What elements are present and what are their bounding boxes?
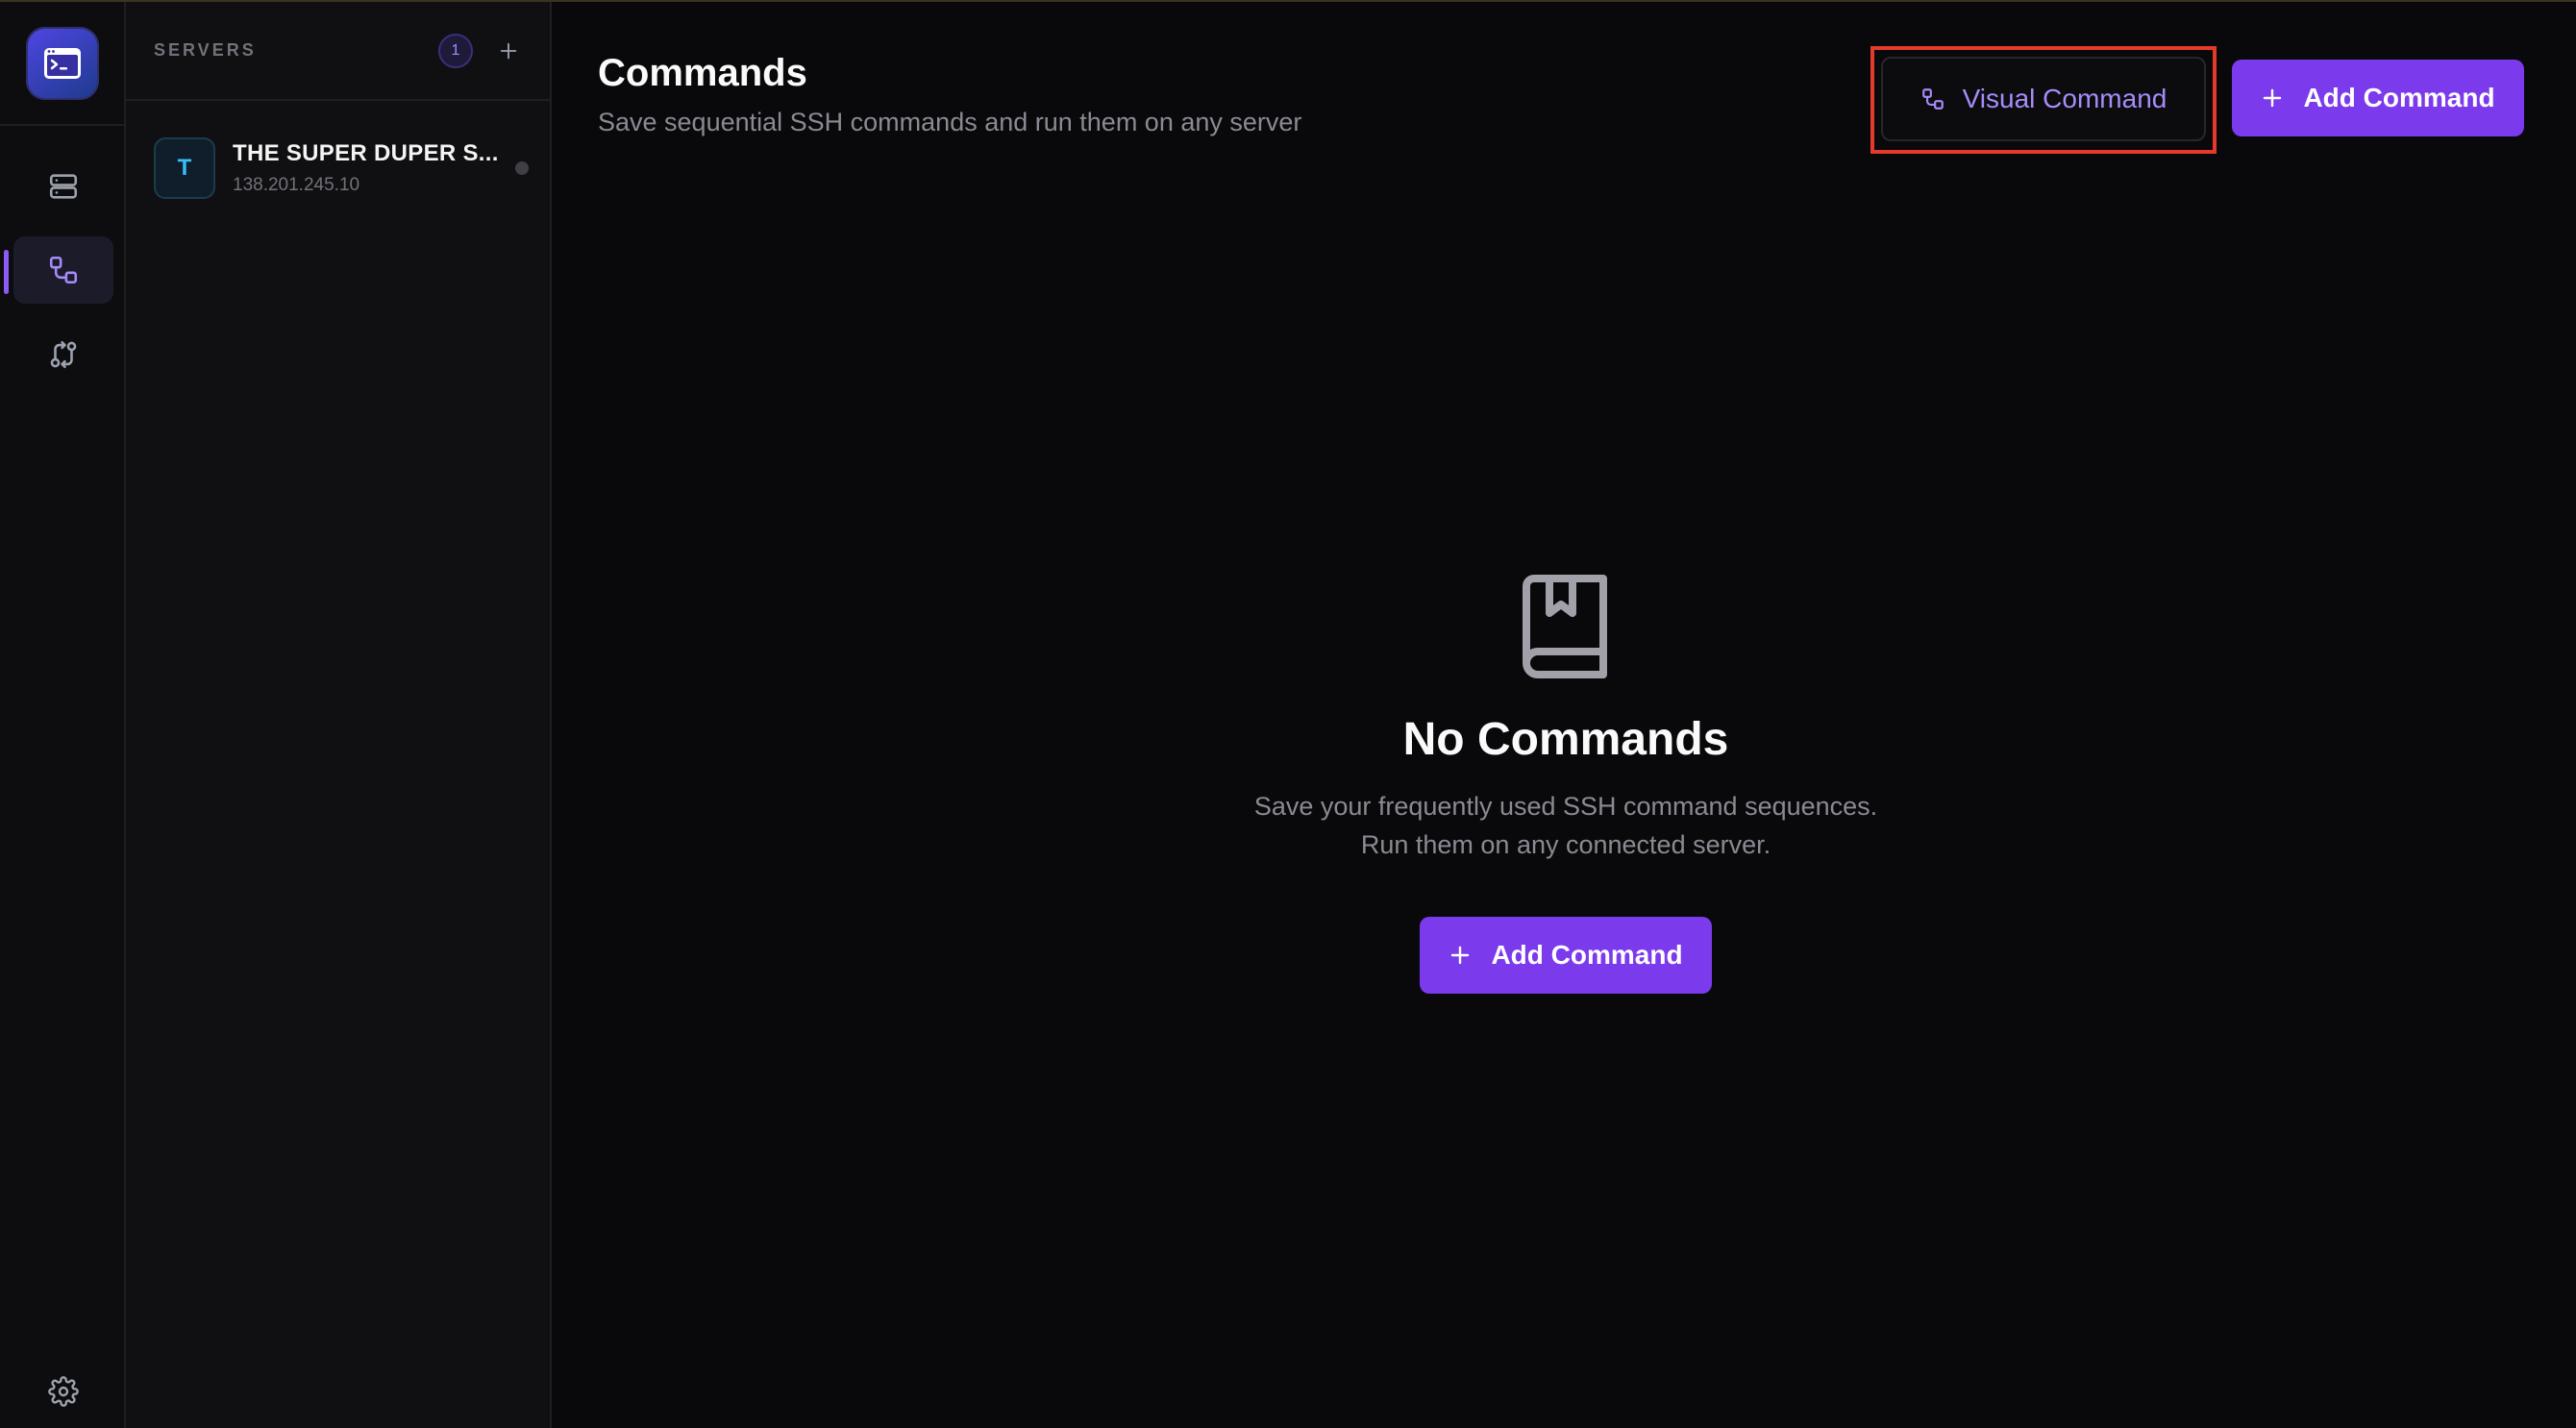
- nav-commands-button[interactable]: [13, 236, 113, 304]
- visual-command-button[interactable]: Visual Command: [1881, 57, 2206, 141]
- visual-command-label: Visual Command: [1962, 84, 2167, 113]
- servers-title: SERVERS: [154, 40, 257, 60]
- plus-icon: [2264, 88, 2282, 108]
- empty-state-line-2: Run them on any connected server.: [1360, 830, 1771, 859]
- add-command-label: Add Command: [2303, 83, 2495, 112]
- server-name: THE SUPER DUPER S...: [233, 140, 499, 166]
- active-nav-indicator: [4, 250, 9, 294]
- empty-add-command-label: Add Command: [1491, 940, 1683, 970]
- app-logo-icon[interactable]: [25, 26, 99, 100]
- page-title: Commands: [598, 52, 807, 94]
- rail-header: [0, 2, 124, 126]
- server-avatar: T: [154, 137, 215, 199]
- nav-rail: [0, 2, 126, 1428]
- nav-transfer-button[interactable]: [13, 321, 113, 388]
- empty-state-line-1: Save your frequently used SSH command se…: [1253, 792, 1878, 821]
- empty-state-title: No Commands: [1402, 714, 1729, 765]
- server-ip: 138.201.245.10: [233, 175, 360, 195]
- workflow-icon: [1921, 88, 1944, 110]
- add-server-button[interactable]: [494, 37, 523, 65]
- server-info: THE SUPER DUPER S... 138.201.245.10: [233, 140, 506, 196]
- servers-icon: [49, 174, 78, 199]
- transfer-icon: [50, 340, 77, 369]
- server-list-item[interactable]: T THE SUPER DUPER S... 138.201.245.10: [154, 135, 529, 202]
- servers-header: SERVERS 1: [126, 2, 550, 101]
- add-command-button[interactable]: Add Command: [2232, 60, 2524, 136]
- settings-button[interactable]: [37, 1365, 90, 1418]
- gear-icon: [48, 1376, 79, 1407]
- page-subtitle: Save sequential SSH commands and run the…: [598, 108, 1302, 136]
- commands-icon: [49, 256, 78, 284]
- main-content: Commands Save sequential SSH commands an…: [552, 2, 2576, 1428]
- nav-servers-button[interactable]: [13, 153, 113, 220]
- plus-icon: [500, 42, 517, 59]
- servers-panel: SERVERS 1 T THE SUPER DUPER S... 138.201…: [126, 2, 552, 1428]
- server-status-dot: [515, 161, 529, 175]
- empty-add-command-button[interactable]: Add Command: [1420, 917, 1712, 994]
- app-window: SERVERS 1 T THE SUPER DUPER S... 138.201…: [0, 0, 2576, 1428]
- book-bookmark-icon: [1523, 575, 1607, 678]
- plus-icon: [1451, 946, 1470, 965]
- servers-count-badge: 1: [438, 33, 473, 68]
